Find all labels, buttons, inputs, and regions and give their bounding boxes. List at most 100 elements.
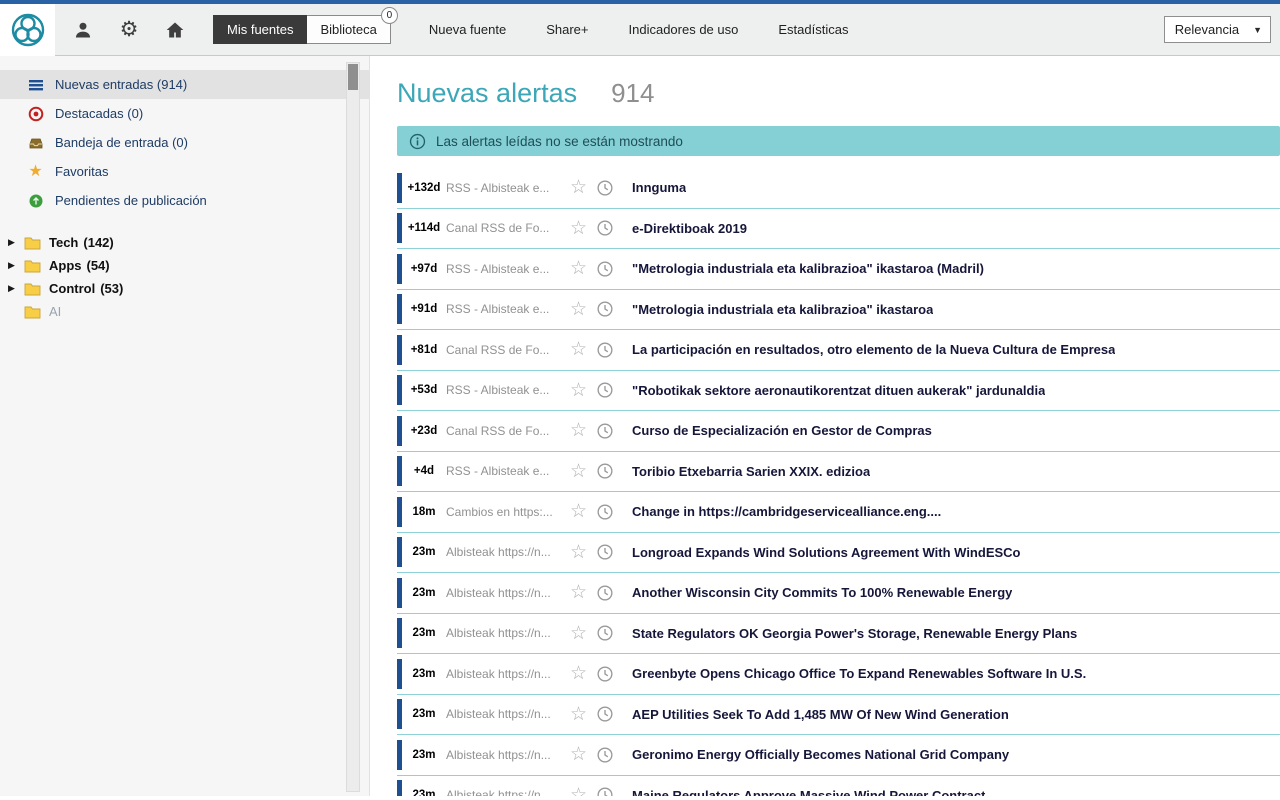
clock-icon[interactable] [596, 260, 614, 278]
clock-icon[interactable] [596, 584, 614, 602]
clock-icon[interactable] [596, 179, 614, 197]
sidebar-folder[interactable]: ▶ Tech (142) [0, 231, 369, 254]
star-toggle-icon[interactable]: ☆ [570, 462, 587, 481]
menu-item-indicadores[interactable]: Indicadores de uso [629, 22, 739, 37]
clock-icon[interactable] [596, 300, 614, 318]
star-toggle-icon[interactable]: ☆ [570, 705, 587, 724]
sidebar-scrollbar[interactable] [346, 62, 360, 792]
alert-title[interactable]: Innguma [632, 180, 686, 195]
star-toggle-icon[interactable]: ☆ [570, 502, 587, 521]
folder-icon [24, 259, 41, 273]
alert-row[interactable]: +4d RSS - Albisteak e... ☆ Toribio Etxeb… [397, 452, 1280, 493]
sidebar: Nuevas entradas (914) Destacadas (0) Ban… [0, 56, 370, 796]
star-toggle-icon[interactable]: ☆ [570, 178, 587, 197]
sidebar-folder[interactable]: ▶ Apps (54) [0, 254, 369, 277]
star-toggle-icon[interactable]: ☆ [570, 745, 587, 764]
clock-icon[interactable] [596, 381, 614, 399]
star-toggle-icon[interactable]: ☆ [570, 340, 587, 359]
menu-item-nueva-fuente[interactable]: Nueva fuente [429, 22, 506, 37]
alert-source: Canal RSS de Fo... [446, 221, 564, 235]
alert-row[interactable]: 18m Cambios en https:... ☆ Change in htt… [397, 492, 1280, 533]
star-toggle-icon[interactable]: ☆ [570, 583, 587, 602]
app-logo[interactable] [0, 4, 55, 56]
alert-title[interactable]: Toribio Etxebarria Sarien XXIX. edizioa [632, 464, 870, 479]
alert-age: +114d [402, 222, 446, 234]
clock-icon[interactable] [596, 422, 614, 440]
sidebar-item-favoritas[interactable]: ★ Favoritas [0, 157, 369, 186]
star-toggle-icon[interactable]: ☆ [570, 664, 587, 683]
top-toolbar: ⚙ Mis fuentes Biblioteca 0 Nueva fuente … [0, 0, 1280, 56]
home-icon[interactable] [163, 18, 187, 42]
tab-mis-fuentes[interactable]: Mis fuentes [213, 15, 307, 44]
star-toggle-icon[interactable]: ☆ [570, 543, 587, 562]
alert-title[interactable]: Curso de Especialización en Gestor de Co… [632, 423, 932, 438]
star-toggle-icon[interactable]: ☆ [570, 421, 587, 440]
clock-icon[interactable] [596, 665, 614, 683]
sort-dropdown[interactable]: Relevancia ▼ [1164, 16, 1271, 43]
user-icon[interactable] [71, 18, 95, 42]
clock-icon[interactable] [596, 705, 614, 723]
sidebar-item-bandeja[interactable]: Bandeja de entrada (0) [0, 128, 369, 157]
clock-icon[interactable] [596, 786, 614, 796]
settings-gear-icon[interactable]: ⚙ [117, 18, 141, 42]
alert-list: +132d RSS - Albisteak e... ☆ Innguma +11… [397, 168, 1280, 796]
alert-title[interactable]: Longroad Expands Wind Solutions Agreemen… [632, 545, 1020, 560]
alert-row[interactable]: 23m Albisteak https://n... ☆ Another Wis… [397, 573, 1280, 614]
alert-age: +97d [402, 263, 446, 275]
clock-icon[interactable] [596, 219, 614, 237]
clock-icon[interactable] [596, 746, 614, 764]
alert-row[interactable]: +97d RSS - Albisteak e... ☆ "Metrologia … [397, 249, 1280, 290]
menu-item-share[interactable]: Share+ [546, 22, 588, 37]
alert-age: 23m [402, 749, 446, 761]
expand-arrow-icon[interactable]: ▶ [8, 283, 22, 294]
alert-row[interactable]: +53d RSS - Albisteak e... ☆ "Robotikak s… [397, 371, 1280, 412]
alert-title[interactable]: La participación en resultados, otro ele… [632, 342, 1115, 357]
alert-row[interactable]: 23m Albisteak https://n... ☆ AEP Utiliti… [397, 695, 1280, 736]
star-toggle-icon[interactable]: ☆ [570, 259, 587, 278]
alert-row[interactable]: 23m Albisteak https://n... ☆ Greenbyte O… [397, 654, 1280, 695]
alert-row[interactable]: +114d Canal RSS de Fo... ☆ e-Direktiboak… [397, 209, 1280, 250]
alert-title[interactable]: AEP Utilities Seek To Add 1,485 MW Of Ne… [632, 707, 1009, 722]
alert-row[interactable]: 23m Albisteak https://n... ☆ Longroad Ex… [397, 533, 1280, 574]
target-icon [27, 105, 44, 122]
alert-title[interactable]: Geronimo Energy Officially Becomes Natio… [632, 747, 1009, 762]
alert-title[interactable]: Greenbyte Opens Chicago Office To Expand… [632, 666, 1086, 681]
clock-icon[interactable] [596, 624, 614, 642]
star-toggle-icon[interactable]: ☆ [570, 219, 587, 238]
expand-arrow-icon[interactable]: ▶ [8, 237, 22, 248]
alert-title[interactable]: "Metrologia industriala eta kalibrazioa"… [632, 302, 933, 317]
clock-icon[interactable] [596, 341, 614, 359]
sidebar-item-nuevas-entradas[interactable]: Nuevas entradas (914) [0, 70, 369, 99]
sidebar-folder[interactable]: ▶ Control (53) [0, 277, 369, 300]
sidebar-item-pendientes[interactable]: Pendientes de publicación [0, 186, 369, 215]
alert-row[interactable]: 23m Albisteak https://n... ☆ Geronimo En… [397, 735, 1280, 776]
alert-title[interactable]: e-Direktiboak 2019 [632, 221, 747, 236]
sidebar-scrollbar-thumb[interactable] [348, 64, 358, 90]
alert-age: +53d [402, 384, 446, 396]
alert-title[interactable]: Maine Regulators Approve Massive Wind Po… [632, 788, 985, 796]
alert-title[interactable]: State Regulators OK Georgia Power's Stor… [632, 626, 1077, 641]
alert-row[interactable]: +91d RSS - Albisteak e... ☆ "Metrologia … [397, 290, 1280, 331]
alert-title[interactable]: "Robotikak sektore aeronautikorentzat di… [632, 383, 1045, 398]
alert-row[interactable]: +23d Canal RSS de Fo... ☆ Curso de Espec… [397, 411, 1280, 452]
alert-title[interactable]: Change in https://cambridgeserviceallian… [632, 504, 941, 519]
clock-icon[interactable] [596, 462, 614, 480]
clock-icon[interactable] [596, 543, 614, 561]
star-toggle-icon[interactable]: ☆ [570, 381, 587, 400]
sidebar-item-destacadas[interactable]: Destacadas (0) [0, 99, 369, 128]
menu-item-estadisticas[interactable]: Estadísticas [778, 22, 848, 37]
alert-title[interactable]: "Metrologia industriala eta kalibrazioa"… [632, 261, 984, 276]
sort-dropdown-value: Relevancia [1175, 22, 1239, 37]
star-toggle-icon[interactable]: ☆ [570, 300, 587, 319]
alert-row[interactable]: 23m Albisteak https://n... ☆ Maine Regul… [397, 776, 1280, 797]
star-toggle-icon[interactable]: ☆ [570, 624, 587, 643]
sidebar-folder[interactable]: ▶ AI [0, 300, 369, 323]
alert-row[interactable]: 23m Albisteak https://n... ☆ State Regul… [397, 614, 1280, 655]
star-toggle-icon[interactable]: ☆ [570, 786, 587, 796]
alert-row[interactable]: +81d Canal RSS de Fo... ☆ La participaci… [397, 330, 1280, 371]
clock-icon[interactable] [596, 503, 614, 521]
alert-row[interactable]: +132d RSS - Albisteak e... ☆ Innguma [397, 168, 1280, 209]
alert-title[interactable]: Another Wisconsin City Commits To 100% R… [632, 585, 1012, 600]
expand-arrow-icon[interactable]: ▶ [8, 260, 22, 271]
tab-biblioteca[interactable]: Biblioteca 0 [307, 15, 390, 44]
